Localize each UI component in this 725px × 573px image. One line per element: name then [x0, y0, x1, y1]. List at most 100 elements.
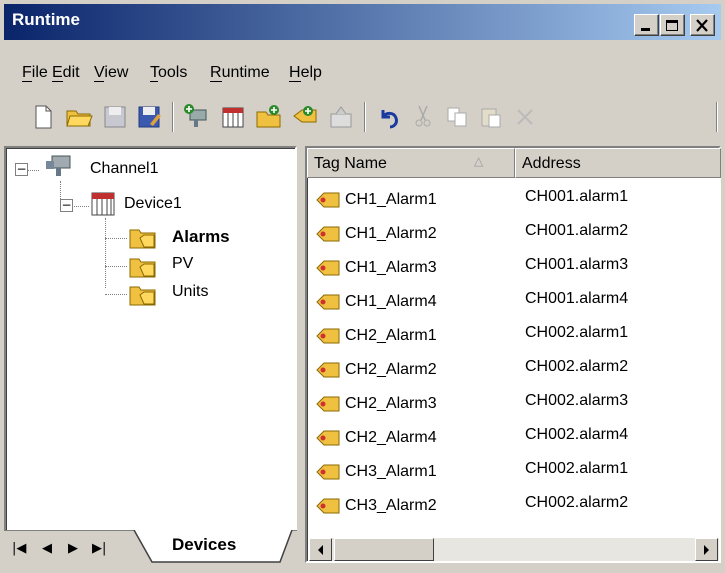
undo-icon[interactable]	[374, 102, 404, 132]
new-device-icon[interactable]	[218, 102, 248, 132]
tree-channel-label[interactable]: Channel1	[90, 160, 159, 178]
tree-line	[105, 266, 127, 267]
tag-name: CH3_Alarm2	[345, 497, 437, 514]
column-header-tag-name-label: Tag Name	[314, 155, 387, 172]
table-row[interactable]: CH2_Alarm2 CH002.alarm2	[307, 353, 719, 387]
new-tag-group-icon[interactable]	[254, 102, 284, 132]
copy-icon[interactable]	[442, 102, 472, 132]
table-row[interactable]: CH1_Alarm3 CH001.alarm3	[307, 251, 719, 285]
units-folder-icon	[129, 286, 156, 306]
scrollbar-thumb[interactable]	[334, 538, 434, 561]
tree-group-units[interactable]: Units	[172, 283, 208, 301]
table-row[interactable]: CH3_Alarm1 CH002.alarm1	[307, 455, 719, 489]
maximize-icon	[666, 20, 678, 31]
tag-icon	[316, 430, 340, 446]
menu-view-rest: iew	[104, 64, 129, 81]
save-icon[interactable]	[100, 102, 130, 132]
pv-folder-icon	[129, 258, 156, 278]
column-header-address-label: Address	[522, 155, 581, 172]
new-icon[interactable]	[28, 102, 58, 132]
scroll-left-button[interactable]	[309, 538, 332, 561]
tree-line	[105, 238, 127, 239]
tag-icon	[316, 328, 340, 344]
table-row[interactable]: CH1_Alarm2 CH001.alarm2	[307, 217, 719, 251]
tag-name: CH2_Alarm4	[345, 429, 437, 446]
device-tree-pane[interactable]: − Channel1 − Device1 Alarms PV Units	[4, 146, 297, 563]
save-as-icon[interactable]	[134, 102, 164, 132]
device-icon	[91, 192, 115, 216]
tag-icon	[316, 294, 340, 310]
tag-address: CH001.alarm3	[525, 256, 629, 273]
tree-group-pv[interactable]: PV	[172, 255, 193, 273]
tag-address: CH001.alarm2	[525, 222, 629, 239]
new-channel-icon[interactable]	[182, 102, 212, 132]
column-header-address[interactable]: Address	[515, 148, 721, 178]
table-row[interactable]: CH3_Alarm2 CH002.alarm2	[307, 489, 719, 523]
minimize-icon	[641, 28, 650, 31]
delete-icon[interactable]	[510, 102, 540, 132]
toolbar-separator	[716, 102, 718, 132]
runtime-window: Runtime File Edit View Tools Runtime Hel…	[0, 0, 725, 573]
cut-icon[interactable]	[408, 102, 438, 132]
tree-line	[105, 218, 106, 288]
scroll-left-icon	[318, 545, 323, 555]
tab-devices[interactable]: Devices	[172, 535, 236, 555]
menu-file[interactable]: File	[22, 64, 48, 82]
tag-name: CH3_Alarm1	[345, 463, 437, 480]
alarms-folder-icon	[129, 229, 156, 249]
tree-line	[105, 294, 127, 295]
menu-tools[interactable]: Tools	[150, 64, 187, 82]
column-header-tag-name[interactable]: Tag Name △	[307, 148, 515, 178]
tag-name: CH2_Alarm2	[345, 361, 437, 378]
next-tab-icon[interactable]: ▶	[68, 541, 78, 556]
scroll-right-icon	[704, 545, 709, 555]
menu-bar: File Edit View Tools Runtime Help	[4, 56, 721, 86]
table-row[interactable]: CH2_Alarm1 CH002.alarm1	[307, 319, 719, 353]
tag-address: CH002.alarm3	[525, 392, 629, 409]
open-icon[interactable]	[64, 102, 94, 132]
tag-address: CH002.alarm2	[525, 494, 629, 511]
tag-icon	[316, 498, 340, 514]
tree-device-label[interactable]: Device1	[124, 195, 182, 213]
menu-file-rest: ile	[31, 64, 48, 81]
close-button[interactable]	[690, 14, 715, 36]
tab-strip: |◀ ◀ ▶ ▶| Devices	[4, 530, 297, 565]
table-row[interactable]: CH2_Alarm3 CH002.alarm3	[307, 387, 719, 421]
title-bar[interactable]: Runtime	[4, 4, 721, 40]
first-tab-icon[interactable]: |◀	[12, 541, 26, 556]
tag-name: CH1_Alarm1	[345, 191, 437, 208]
properties-icon[interactable]	[326, 102, 356, 132]
window-title: Runtime	[12, 10, 80, 29]
tag-address: CH002.alarm4	[525, 426, 629, 443]
tag-icon	[316, 260, 340, 276]
last-tab-icon[interactable]: ▶|	[92, 541, 106, 556]
menu-edit[interactable]: Edit	[52, 64, 80, 82]
maximize-button[interactable]	[660, 14, 685, 36]
menu-tools-rest: ools	[158, 64, 188, 81]
tag-icon	[316, 464, 340, 480]
table-row[interactable]: CH1_Alarm4 CH001.alarm4	[307, 285, 719, 319]
device-collapse-toggle[interactable]: −	[60, 199, 73, 212]
toolbar-separator	[364, 102, 366, 132]
menu-edit-rest: dit	[62, 64, 80, 81]
prev-tab-icon[interactable]: ◀	[42, 541, 52, 556]
menu-help[interactable]: Help	[289, 64, 322, 82]
scroll-right-button[interactable]	[695, 538, 718, 561]
tag-address: CH002.alarm1	[525, 324, 629, 341]
menu-runtime[interactable]: Runtime	[210, 64, 270, 82]
tag-list-pane[interactable]: Tag Name △ Address CH1_Alarm1 CH001.alar…	[305, 146, 721, 563]
paste-icon[interactable]	[476, 102, 506, 132]
table-row[interactable]: CH1_Alarm1 CH001.alarm1	[307, 183, 719, 217]
menu-view[interactable]: View	[94, 64, 128, 82]
horizontal-scrollbar[interactable]	[309, 538, 719, 561]
tag-icon	[316, 226, 340, 242]
table-row[interactable]: CH2_Alarm4 CH002.alarm4	[307, 421, 719, 455]
tree-group-alarms[interactable]: Alarms	[172, 227, 230, 247]
tag-name: CH1_Alarm2	[345, 225, 437, 242]
channel-collapse-toggle[interactable]: −	[15, 163, 28, 176]
tag-address: CH001.alarm4	[525, 290, 629, 307]
minimize-button[interactable]	[634, 14, 659, 36]
toolbar	[0, 90, 725, 191]
new-tag-icon[interactable]	[290, 102, 320, 132]
tag-icon	[316, 362, 340, 378]
